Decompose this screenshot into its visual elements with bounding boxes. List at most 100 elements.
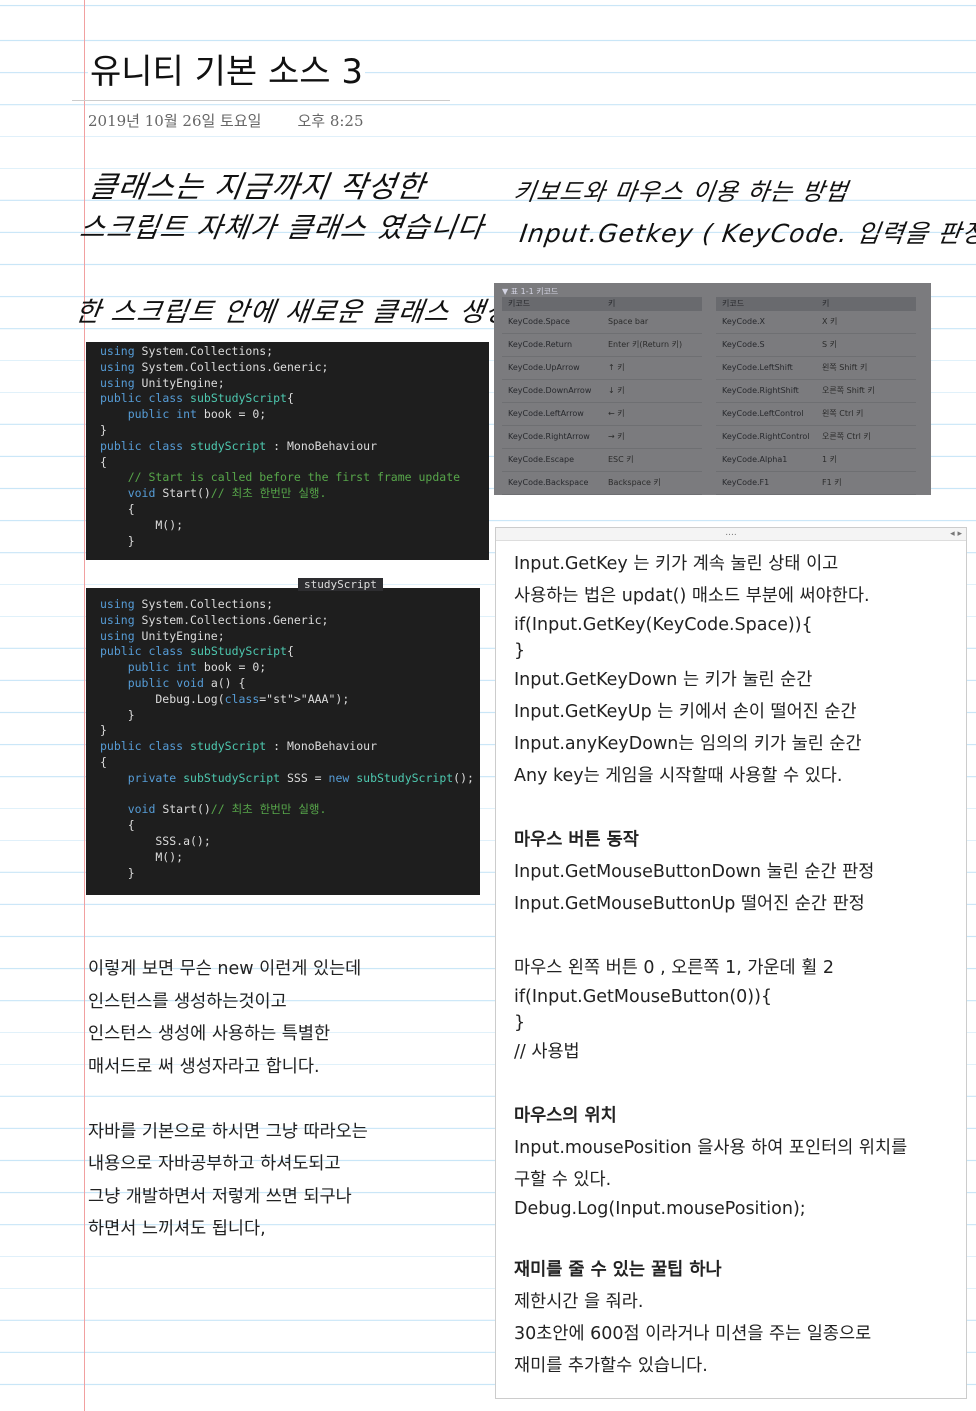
handwriting-right-2: Input.Getkey ( KeyCode. 입력을 판정할키) (517, 219, 976, 248)
keycode-table-caption: ▼ 표 1-1 키코드 (502, 287, 559, 296)
body-line: 인스턴스 생성에 사용하는 특별한 (88, 1024, 331, 1044)
keycode-name: KeyCode.Alpha1 (722, 455, 788, 464)
note-date: 2019년 10월 26일 토요일 (88, 112, 262, 130)
keycode-row: KeyCode.RightArrow → 키 (502, 426, 702, 449)
keycode-table-photo: ▼ 표 1-1 키코드 키코드 키 KeyCode.Space Space bar Ke… (494, 283, 931, 495)
code-line: } (100, 865, 135, 880)
code-line: { (100, 818, 135, 833)
keycode-table-right: 키코드 키 KeyCode.X X 키 KeyCode.S S 키 KeyCode.Left… (716, 297, 916, 495)
panel-line: 재미를 추가할수 있습니다. (514, 1356, 708, 1376)
code-line: private subStudyScript SSS = new subStud… (127, 770, 474, 785)
header-keycode: 키코드 (508, 299, 531, 308)
keycode-row: KeyCode.UpArrow ↑ 키 (502, 357, 702, 380)
code-line: { (100, 754, 107, 769)
code-line: public class studyScript : MonoBehaviour (100, 739, 377, 754)
keycode-row: KeyCode.RightShift 오른쪽 Shift 키 (716, 380, 916, 403)
panel-line (514, 1222, 954, 1254)
panel-line: Input.GetKeyDown 는 키가 눌린 순간 (514, 670, 813, 690)
keycode-row: KeyCode.RightControl 오른쪽 Ctrl 키 (716, 426, 916, 449)
keycode-key: Backspace 키 (608, 478, 661, 487)
header-key: 키 (822, 299, 830, 308)
code-line: using UnityEngine; (100, 628, 225, 643)
panel-line: 사용하는 법은 updat() 매소드 부분에 써야한다. (514, 586, 870, 606)
keycode-key: 1 키 (822, 455, 837, 464)
code-line: public int book = 0; (127, 407, 267, 422)
code-line: void Start()// 최초 한번만 실행. (127, 486, 327, 501)
keycode-key: ← 키 (608, 409, 625, 418)
keycode-table-header: 키코드 키 (716, 297, 916, 311)
panel-line: 제한시간 을 줘라. (514, 1292, 644, 1312)
keycode-key: Space bar (608, 317, 649, 326)
keycode-row: KeyCode.LeftControl 왼쪽 Ctrl 키 (716, 403, 916, 426)
panel-line: Input.GetKeyUp 는 키에서 손이 떨어진 순간 (514, 702, 857, 722)
handwriting-line-2: 스크립트 자체가 클래스 였습니다 (77, 211, 487, 244)
code-line: using System.Collections; (100, 344, 274, 358)
body-line: 내용으로 자바공부하고 하셔도되고 (88, 1154, 341, 1174)
keycode-row: KeyCode.S S 키 (716, 334, 916, 357)
code-line: public class subStudyScript{ (100, 391, 294, 406)
keycode-key: 오른쪽 Shift 키 (822, 386, 875, 395)
code-line: public int book = 0; (127, 660, 267, 675)
keycode-name: KeyCode.S (722, 340, 765, 349)
code-line: { (100, 454, 107, 469)
code-line: using System.Collections.Generic; (100, 359, 329, 374)
keycode-key: 왼쪽 Ctrl 키 (822, 409, 864, 418)
code-line: using UnityEngine; (100, 375, 225, 390)
body-line: 인스턴스를 생성하는것이고 (88, 991, 287, 1012)
notes-panel: .... ◂ ▸ Input.GetKey 는 키가 계속 눌린 상태 이고 사용… (495, 527, 967, 1399)
body-line: 그냥 개발하면서 저렇게 쓰면 되구나 (88, 1186, 352, 1207)
code-line: } (100, 723, 107, 738)
body-line: 이렇게 보면 무슨 new 이런게 있는데 (88, 959, 362, 979)
keycode-name: KeyCode.Escape (508, 455, 575, 464)
keycode-key: ↓ 키 (608, 386, 625, 395)
body-line: 매서드로 써 생성자라고 합니다. (88, 1056, 320, 1077)
code-line: using System.Collections.Generic; (100, 612, 329, 627)
panel-heading: 마우스 버튼 동작 (514, 830, 639, 850)
keycode-name: KeyCode.LeftShift (722, 363, 793, 372)
code-line: SSS.a(); (100, 833, 211, 848)
keycode-name: KeyCode.LeftArrow (508, 409, 584, 418)
panel-line (514, 792, 954, 824)
panel-line: Input.GetMouseButtonUp 떨어진 순간 판정 (514, 894, 865, 914)
keycode-key: ↑ 키 (608, 363, 625, 372)
header-keycode: 키코드 (722, 299, 745, 308)
keycode-row: KeyCode.LeftShift 왼쪽 Shift 키 (716, 357, 916, 380)
editor-tab-label: studyScript (298, 578, 383, 591)
keycode-row: KeyCode.DownArrow ↓ 키 (502, 380, 702, 403)
keycode-key: → 키 (608, 432, 625, 441)
panel-heading: 마우스의 위치 (514, 1106, 617, 1126)
panel-line: Debug.Log(Input.mousePosition); (514, 1199, 806, 1219)
panel-line: // 사용법 (514, 1042, 580, 1062)
panel-line: Input.mousePosition 을사용 하여 포인터의 위치를 (514, 1138, 908, 1158)
note-datetime: 2019년 10월 26일 토요일 오후 8:25 (88, 110, 364, 131)
title-divider (72, 100, 450, 101)
panel-line: Input.anyKeyDown는 임의의 키가 눌린 순간 (514, 734, 862, 754)
handwriting-line-1: 클래스는 지금까지 작성한 (87, 170, 428, 205)
keycode-name: KeyCode.RightShift (722, 386, 799, 395)
keycode-key: 오른쪽 Ctrl 키 (822, 432, 871, 441)
keycode-key: S 키 (822, 340, 837, 349)
keycode-table-left: 키코드 키 KeyCode.Space Space bar KeyCode.Return… (502, 297, 702, 495)
code-line: M(); (100, 517, 184, 532)
keycode-name: KeyCode.LeftControl (722, 409, 804, 418)
panel-drag-handle[interactable]: .... (496, 528, 966, 541)
panel-line: Any key는 게임을 시작할때 사용할 수 있다. (514, 766, 843, 786)
panel-text: Input.GetKey 는 키가 계속 눌린 상태 이고 사용하는 법은 upd… (514, 548, 954, 1382)
panel-heading: 재미를 줄 수 있는 꿀팁 하나 (514, 1260, 722, 1280)
keycode-row: KeyCode.Return Enter 키(Return 키) (502, 334, 702, 357)
body-line: 하면서 느끼셔도 됩니다, (88, 1219, 266, 1239)
body-line: 자바를 기본으로 하시면 그냥 따라오는 (88, 1121, 368, 1142)
panel-line: } (514, 1013, 526, 1033)
panel-resize-arrows-icon[interactable]: ◂ ▸ (950, 528, 962, 540)
keycode-name: KeyCode.UpArrow (508, 363, 580, 372)
code-line: } (100, 707, 135, 722)
keycode-name: KeyCode.RightControl (722, 432, 810, 441)
keycode-name: KeyCode.F1 (722, 478, 770, 487)
code-line: } (100, 533, 135, 548)
keycode-name: KeyCode.RightArrow (508, 432, 590, 441)
code-line: Debug.Log(class="st">"AAA"); (100, 691, 350, 706)
body-line (88, 1083, 368, 1116)
keycode-row: KeyCode.Escape ESC 키 (502, 449, 702, 472)
code-line: void Start()// 최초 한번만 실행. (127, 802, 327, 817)
